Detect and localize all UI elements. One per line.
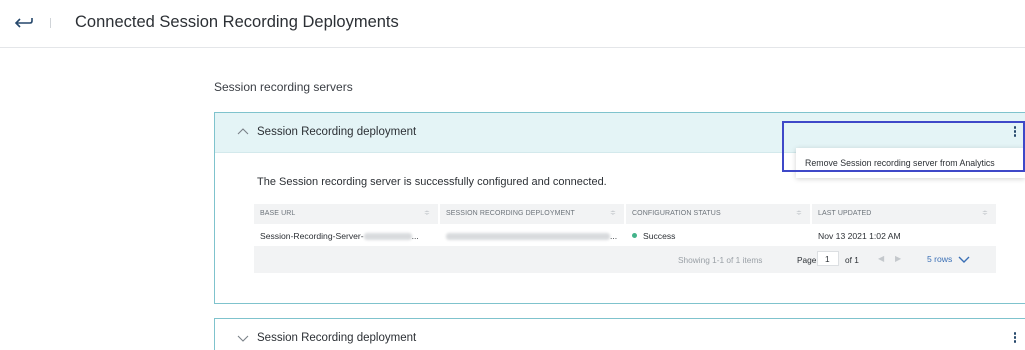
context-menu: Remove Session recording server from Ana… bbox=[796, 148, 1025, 178]
chevron-down-icon[interactable] bbox=[958, 256, 970, 263]
sort-icon[interactable]: ≑ bbox=[610, 209, 616, 217]
more-options-icon[interactable] bbox=[1011, 332, 1019, 346]
back-arrow-icon[interactable] bbox=[14, 14, 34, 30]
previous-page-icon[interactable]: ◀ bbox=[878, 254, 884, 263]
column-header-last-updated[interactable]: LAST UPDATED ≑ bbox=[812, 204, 996, 224]
page-total: of 1 bbox=[845, 255, 859, 265]
chevron-up-icon[interactable] bbox=[237, 127, 249, 137]
status-dot-icon bbox=[632, 233, 637, 238]
sort-icon[interactable]: ≑ bbox=[982, 209, 988, 217]
section-label: Session recording servers bbox=[214, 80, 353, 94]
cell-configuration-status: Success bbox=[626, 224, 812, 246]
header-divider bbox=[50, 18, 51, 28]
page-title: Connected Session Recording Deployments bbox=[75, 13, 399, 31]
page-label: Page bbox=[797, 255, 817, 265]
cell-base-url: Session-Recording-Server-... bbox=[260, 231, 419, 241]
redacted-text bbox=[446, 233, 610, 241]
deployment-card: Session Recording deployment The Session… bbox=[214, 112, 1025, 304]
deployment-card-header[interactable]: Session Recording deployment bbox=[215, 319, 1025, 350]
more-options-icon[interactable] bbox=[1011, 126, 1019, 140]
column-header-deployment[interactable]: SESSION RECORDING DEPLOYMENT ≑ bbox=[440, 204, 626, 224]
table-pagination: Showing 1-1 of 1 items Page 1 of 1 ◀ ▶ 5… bbox=[254, 246, 996, 273]
items-count: Showing 1-1 of 1 items bbox=[678, 255, 763, 265]
deployments-table: BASE URL ≑ SESSION RECORDING DEPLOYMENT ≑ … bbox=[254, 204, 996, 273]
menu-item-remove-server[interactable]: Remove Session recording server from Ana… bbox=[805, 158, 995, 168]
next-page-icon[interactable]: ▶ bbox=[895, 254, 901, 263]
sort-icon[interactable]: ≑ bbox=[796, 209, 802, 217]
redacted-text bbox=[363, 233, 412, 241]
page-number-input[interactable]: 1 bbox=[817, 251, 839, 266]
table-header: BASE URL ≑ SESSION RECORDING DEPLOYMENT ≑ … bbox=[254, 204, 996, 224]
chevron-down-icon[interactable] bbox=[237, 333, 249, 343]
column-header-base-url[interactable]: BASE URL ≑ bbox=[254, 204, 440, 224]
rows-per-page-select[interactable]: 5 rows bbox=[927, 254, 952, 264]
table-row: Session-Recording-Server-... ... Success… bbox=[254, 224, 996, 246]
deployment-card-header[interactable]: Session Recording deployment bbox=[215, 113, 1025, 153]
cell-last-updated: Nov 13 2021 1:02 AM bbox=[818, 231, 901, 241]
column-header-configuration-status[interactable]: CONFIGURATION STATUS ≑ bbox=[626, 204, 812, 224]
deployment-card: Session Recording deployment bbox=[214, 318, 1025, 350]
page-header: Connected Session Recording Deployments bbox=[0, 0, 1025, 48]
deployment-card-title: Session Recording deployment bbox=[257, 126, 417, 138]
deployment-card-title: Session Recording deployment bbox=[257, 332, 417, 344]
sort-icon[interactable]: ≑ bbox=[424, 209, 430, 217]
status-message: The Session recording server is successf… bbox=[257, 176, 607, 188]
cell-deployment: ... bbox=[440, 224, 626, 246]
